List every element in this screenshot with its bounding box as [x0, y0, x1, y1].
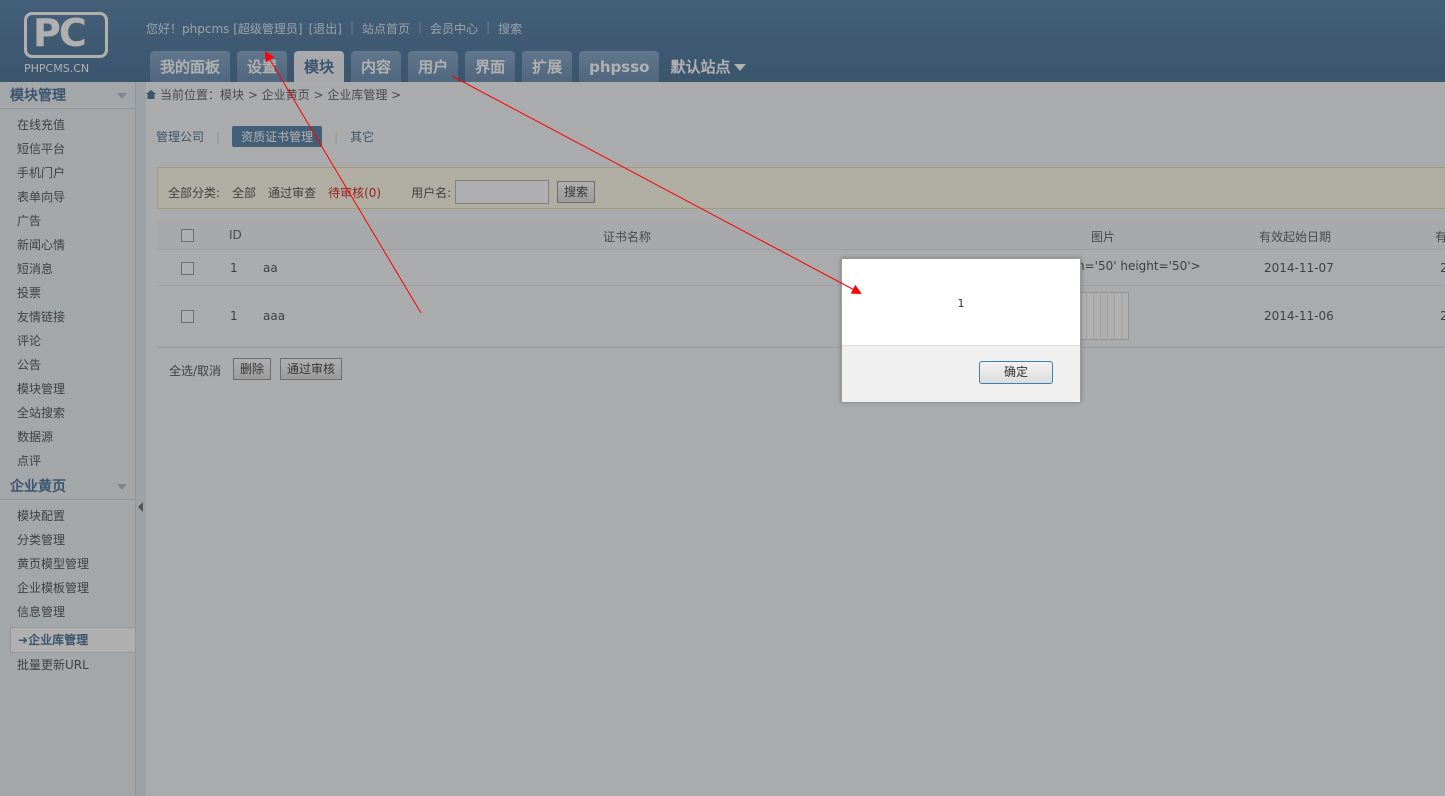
- annotation-arrows: [264, 51, 862, 314]
- annotation-arrow-to-greeting: [264, 51, 422, 314]
- annotation-arrow-to-dialog: [451, 75, 862, 294]
